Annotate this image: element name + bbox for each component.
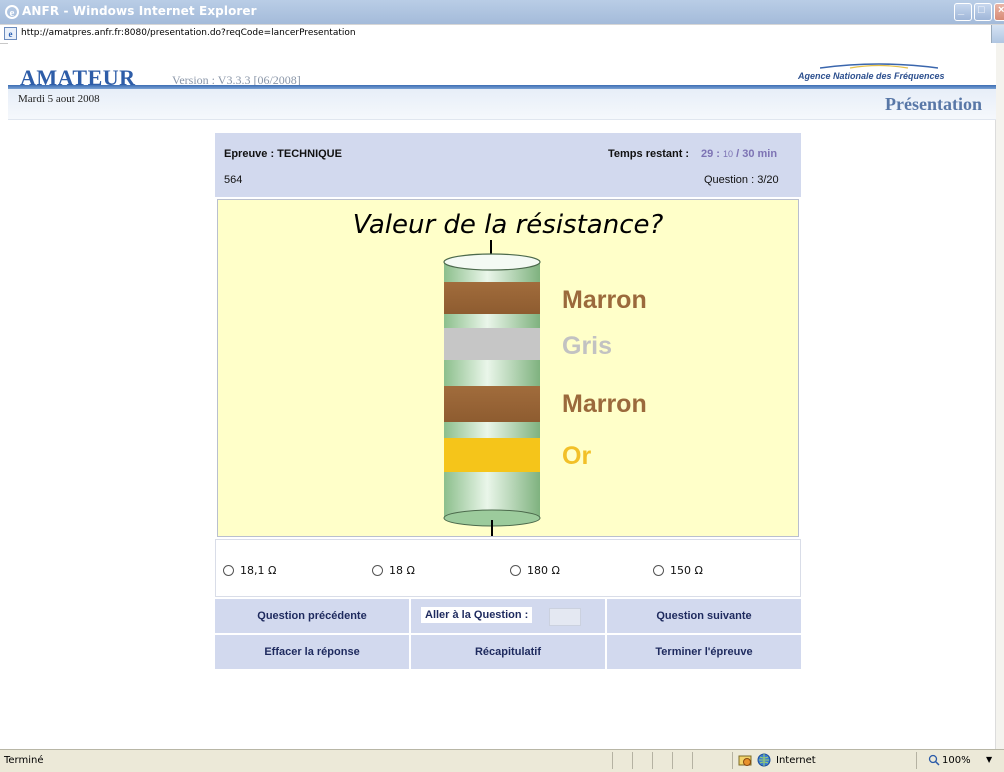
zoom-level[interactable]: 100% xyxy=(942,755,971,766)
answer-option-1[interactable]: 18,1 Ω xyxy=(223,564,276,577)
resistor-illustration xyxy=(443,240,541,536)
status-text: Terminé xyxy=(4,755,44,766)
status-separator xyxy=(692,752,693,769)
zoom-icon[interactable] xyxy=(928,754,940,766)
radio-button[interactable] xyxy=(653,565,664,576)
timer-minutes: 29 : xyxy=(701,148,720,160)
address-bar[interactable]: e http://amatpres.anfr.fr:8080/presentat… xyxy=(0,24,1004,44)
next-question-button[interactable]: Question suivante xyxy=(607,599,801,633)
goto-question-cell: Aller à la Question : xyxy=(411,599,605,633)
answer-options: 18,1 Ω 18 Ω 180 Ω 150 Ω xyxy=(215,539,801,597)
radio-button[interactable] xyxy=(372,565,383,576)
vertical-scrollbar[interactable] xyxy=(995,43,1004,749)
radio-button[interactable] xyxy=(510,565,521,576)
band-label-2: Gris xyxy=(562,332,613,360)
svg-text:e: e xyxy=(9,29,13,39)
question-area: Valeur de la résistance? Marron Gris Mar… xyxy=(217,199,799,537)
status-separator xyxy=(732,752,733,769)
answer-label: 150 Ω xyxy=(670,564,703,577)
band-4 xyxy=(444,438,540,472)
svg-text:e: e xyxy=(10,7,15,19)
exam-code: 564 xyxy=(224,174,243,186)
ie-logo-icon: e xyxy=(5,5,19,19)
question-counter: Question : 3/20 xyxy=(704,174,779,186)
maximize-button[interactable]: □ xyxy=(974,3,992,21)
exam-panel: Epreuve : TECHNIQUE 564 Temps restant : … xyxy=(215,133,801,669)
page-icon: e xyxy=(4,27,17,40)
minimize-button[interactable]: _ xyxy=(954,3,972,21)
exam-infobar: Epreuve : TECHNIQUE 564 Temps restant : … xyxy=(215,133,801,197)
window-title: ANFR - Windows Internet Explorer xyxy=(22,4,257,18)
answer-label: 18,1 Ω xyxy=(240,564,277,577)
timer-total: / 30 min xyxy=(736,148,778,160)
resistor-top-cap xyxy=(443,253,541,271)
band-label-3: Marron xyxy=(562,390,647,418)
status-separator xyxy=(632,752,633,769)
status-bar: Terminé Internet 100% ▼ xyxy=(0,749,1004,772)
clear-answer-button[interactable]: Effacer la réponse xyxy=(215,635,409,669)
internet-zone-icon xyxy=(757,753,771,767)
band-label-4: Or xyxy=(562,442,592,470)
finish-exam-button[interactable]: Terminer l'épreuve xyxy=(607,635,801,669)
window-titlebar: e ANFR - Windows Internet Explorer _ □ × xyxy=(0,0,1004,24)
timer-label: Temps restant : xyxy=(608,148,690,160)
navigation-grid: Question précédente Aller à la Question … xyxy=(215,599,801,669)
status-separator xyxy=(916,752,917,769)
timer-value: 29 : 10 / 30 min xyxy=(701,148,777,160)
answer-option-3[interactable]: 180 Ω xyxy=(510,564,560,577)
agency-logo-icon xyxy=(820,63,938,69)
goto-question-input[interactable] xyxy=(549,608,581,626)
band-label-1: Marron xyxy=(562,286,647,314)
section-title: Présentation xyxy=(885,94,982,114)
radio-button[interactable] xyxy=(223,565,234,576)
status-separator xyxy=(672,752,673,769)
subheader: Mardi 5 aout 2008 Présentation xyxy=(8,89,996,120)
status-separator xyxy=(652,752,653,769)
band-2 xyxy=(444,328,540,360)
dropdown-arrow-icon[interactable] xyxy=(991,25,1004,43)
previous-question-button[interactable]: Question précédente xyxy=(215,599,409,633)
answer-label: 18 Ω xyxy=(389,564,415,577)
timer-seconds: 10 xyxy=(723,149,734,159)
current-date: Mardi 5 aout 2008 xyxy=(18,93,100,105)
zone-label: Internet xyxy=(776,755,816,766)
band-1 xyxy=(444,282,540,314)
close-button[interactable]: × xyxy=(994,3,1004,21)
answer-option-4[interactable]: 150 Ω xyxy=(653,564,703,577)
answer-option-2[interactable]: 18 Ω xyxy=(372,564,415,577)
zoom-dropdown-icon[interactable]: ▼ xyxy=(986,755,992,764)
goto-question-label: Aller à la Question : xyxy=(421,607,533,623)
band-3 xyxy=(444,386,540,422)
epreuve-label: Epreuve : TECHNIQUE xyxy=(224,148,342,160)
security-warning-icon xyxy=(738,755,752,766)
summary-button[interactable]: Récapitulatif xyxy=(411,635,605,669)
url-text: http://amatpres.anfr.fr:8080/presentatio… xyxy=(21,28,356,38)
status-separator xyxy=(612,752,613,769)
app-header: AMATEUR Version : V3.3.3 [06/2008] Agenc… xyxy=(8,43,996,90)
agency-name: Agence Nationale des Fréquences xyxy=(798,71,945,81)
answer-label: 180 Ω xyxy=(527,564,560,577)
